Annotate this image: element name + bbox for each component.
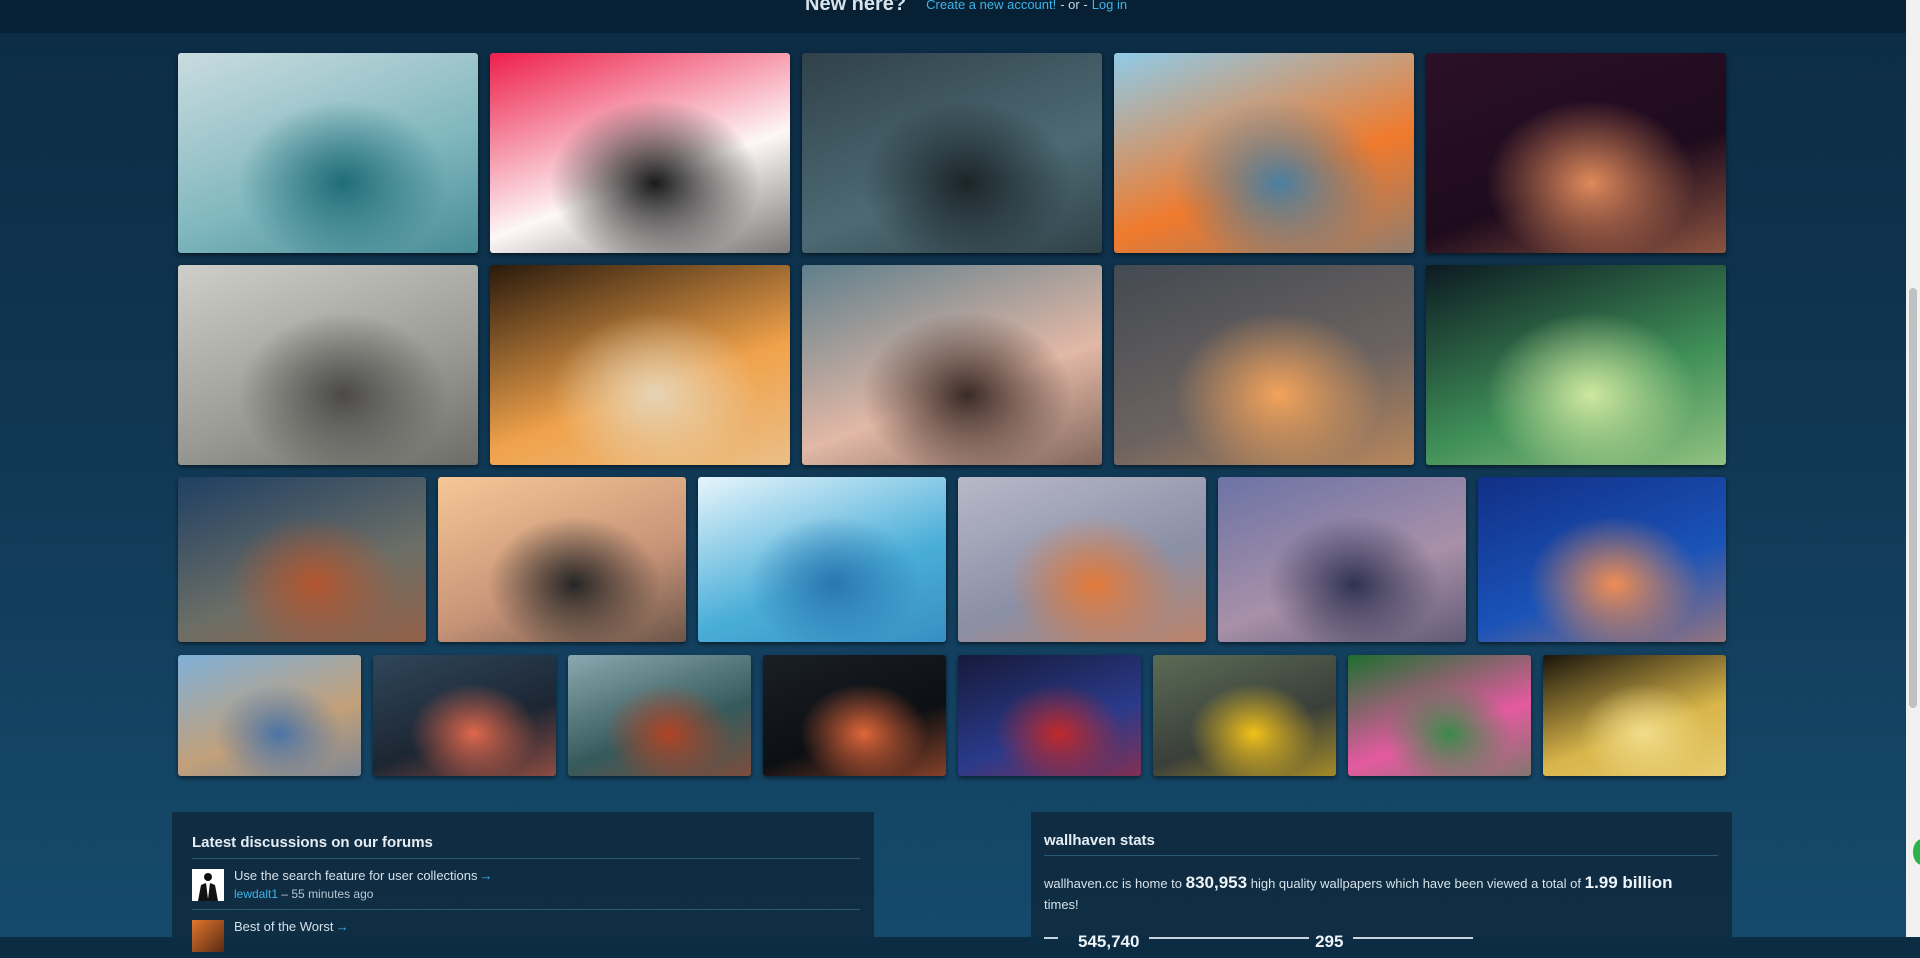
wallpaper-thumbnail-radio-telescope-stars[interactable]: [1478, 477, 1726, 642]
new-here-bar: New here? Create a new account! - or - L…: [805, 0, 1127, 16]
scrollbar-thumb[interactable]: [1909, 288, 1917, 708]
wallpaper-thumbnail-blue-race-car[interactable]: [1114, 53, 1414, 253]
forum-topic[interactable]: Best of the Worst →: [192, 916, 852, 958]
arrow-right-icon: →: [335, 919, 349, 934]
wallpaper-thumbnail-fantasy-landscape-storm[interactable]: [178, 477, 426, 642]
wallpaper-thumbnail-rocket-engines-fire[interactable]: [490, 265, 790, 465]
stats-partial-line: 545,740 295: [1044, 932, 1474, 952]
divider: [1044, 855, 1718, 856]
wallpaper-count: 830,953: [1185, 873, 1248, 892]
arrow-right-icon: →: [479, 868, 493, 883]
forum-panel-title: Latest discussions on our forums: [192, 834, 433, 851]
forum-topic-user[interactable]: lewdalt1: [234, 887, 278, 901]
user-avatar[interactable]: [192, 869, 224, 901]
wallpaper-thumbnail-mountain-circle-dark[interactable]: [1426, 53, 1726, 253]
forum-topic-title[interactable]: Best of the Worst →: [234, 919, 348, 934]
forum-panel: Latest discussions on our forums Use the…: [172, 812, 874, 952]
forum-topic[interactable]: Use the search feature for user collecti…: [192, 865, 852, 907]
user-avatar[interactable]: [192, 920, 224, 952]
wallpaper-thumbnail-portrait-woman[interactable]: [802, 265, 1102, 465]
forum-topic-meta: lewdalt1 – 55 minutes ago: [234, 887, 373, 901]
wallpaper-thumbnail-surreal-sea-arch[interactable]: [178, 53, 478, 253]
forum-topic-title[interactable]: Use the search feature for user collecti…: [234, 868, 493, 883]
wallpaper-thumbnail-woman-flowers[interactable]: [1348, 655, 1531, 776]
wallpaper-thumbnail-vinyl-record-player[interactable]: [1543, 655, 1726, 776]
wallpaper-thumbnail-dragon-storm[interactable]: [568, 655, 751, 776]
wallpaper-thumbnail-warrior-girl-staff[interactable]: [178, 265, 478, 465]
or-separator: - or -: [1060, 0, 1088, 12]
view-total: 1.99 billion: [1584, 873, 1673, 892]
wallpaper-thumbnail-neon-city-night[interactable]: [373, 655, 556, 776]
wallpaper-thumbnail-anime-girl-white-hair[interactable]: [490, 53, 790, 253]
wallpaper-thumbnail-fantasy-city-river[interactable]: [178, 655, 361, 776]
forum-topic-time: – 55 minutes ago: [281, 887, 374, 901]
wallpaper-thumbnail-astronaut-space[interactable]: [958, 655, 1141, 776]
wallpaper-thumbnail-portal-desert-night[interactable]: [763, 655, 946, 776]
divider: [192, 909, 860, 910]
new-here-label: New here?: [805, 0, 907, 15]
scrollbar[interactable]: [1906, 0, 1920, 937]
create-account-link[interactable]: Create a new account!: [926, 0, 1056, 12]
wallpaper-thumbnail-sea-of-clouds-sunset[interactable]: [438, 477, 686, 642]
wallpaper-thumbnail-night-lake-cabin[interactable]: [1426, 265, 1726, 465]
wallpaper-thumbnail-airships-city-dusk[interactable]: [1218, 477, 1466, 642]
wallpaper-thumbnail-airplane-landing[interactable]: [1114, 265, 1414, 465]
stats-summary: wallhaven.cc is home to 830,953 high qua…: [1044, 873, 1673, 912]
stats-panel-title: wallhaven stats: [1044, 832, 1155, 849]
wallpaper-thumbnail-forest-road[interactable]: [1153, 655, 1336, 776]
wallpaper-thumbnail-anime-girl-water[interactable]: [698, 477, 946, 642]
wallpaper-thumbnail-snow-campfire-creature[interactable]: [958, 477, 1206, 642]
login-link[interactable]: Log in: [1092, 0, 1127, 12]
wallpaper-thumbnail-cyberpunk-motorbike[interactable]: [802, 53, 1102, 253]
divider: [192, 858, 860, 859]
stats-panel: wallhaven stats wallhaven.cc is home to …: [1031, 812, 1732, 951]
